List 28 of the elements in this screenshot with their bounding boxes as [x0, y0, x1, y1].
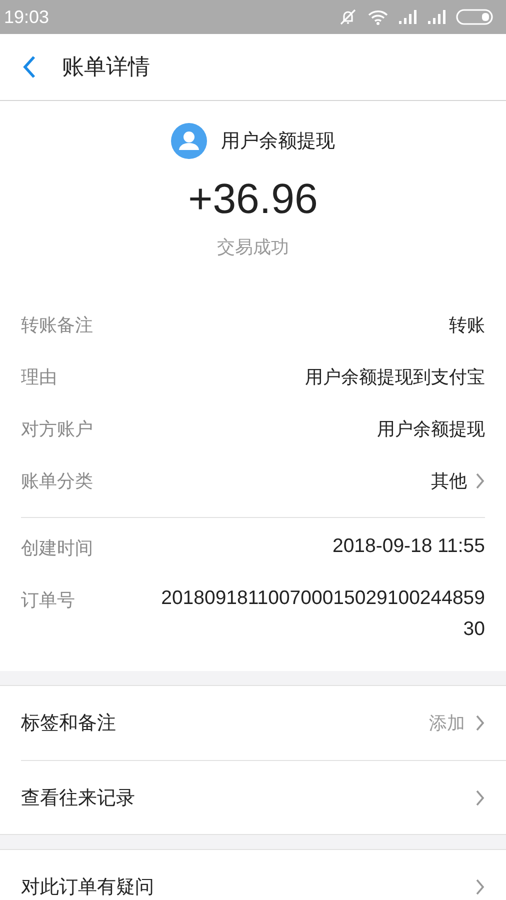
amount: +36.96	[187, 175, 319, 223]
detail-label: 转账备注	[21, 314, 93, 337]
detail-value: 用户余额提现	[377, 418, 485, 441]
detail-value: 用户余额提现到支付宝	[305, 366, 485, 389]
detail-value: 转账	[449, 314, 485, 337]
detail-label: 订单号	[21, 589, 75, 612]
chevron-right-icon	[475, 878, 485, 896]
chevron-right-icon	[475, 472, 485, 490]
page-title: 账单详情	[62, 54, 150, 82]
detail-label: 创建时间	[21, 537, 93, 560]
battery-icon	[456, 9, 494, 25]
detail-label: 理由	[21, 366, 57, 389]
clock-time: 19:03	[4, 6, 50, 28]
wifi-icon	[367, 9, 389, 25]
detail-value: 20180918110070001502910024485930	[160, 586, 485, 642]
chevron-right-icon	[475, 714, 485, 732]
detail-label: 账单分类	[21, 470, 93, 493]
category-link[interactable]: 其他	[431, 469, 485, 493]
avatar-icon	[171, 123, 207, 159]
mute-icon	[338, 8, 358, 26]
signal-icon	[427, 10, 447, 24]
payee-name: 用户余额提现	[221, 129, 335, 154]
signal-icon	[398, 10, 418, 24]
chevron-right-icon	[475, 788, 485, 806]
detail-label: 对方账户	[21, 418, 93, 441]
back-icon[interactable]	[22, 55, 36, 79]
detail-value: 2018-09-18 11:55	[332, 534, 485, 559]
transaction-status: 交易成功	[216, 236, 290, 259]
